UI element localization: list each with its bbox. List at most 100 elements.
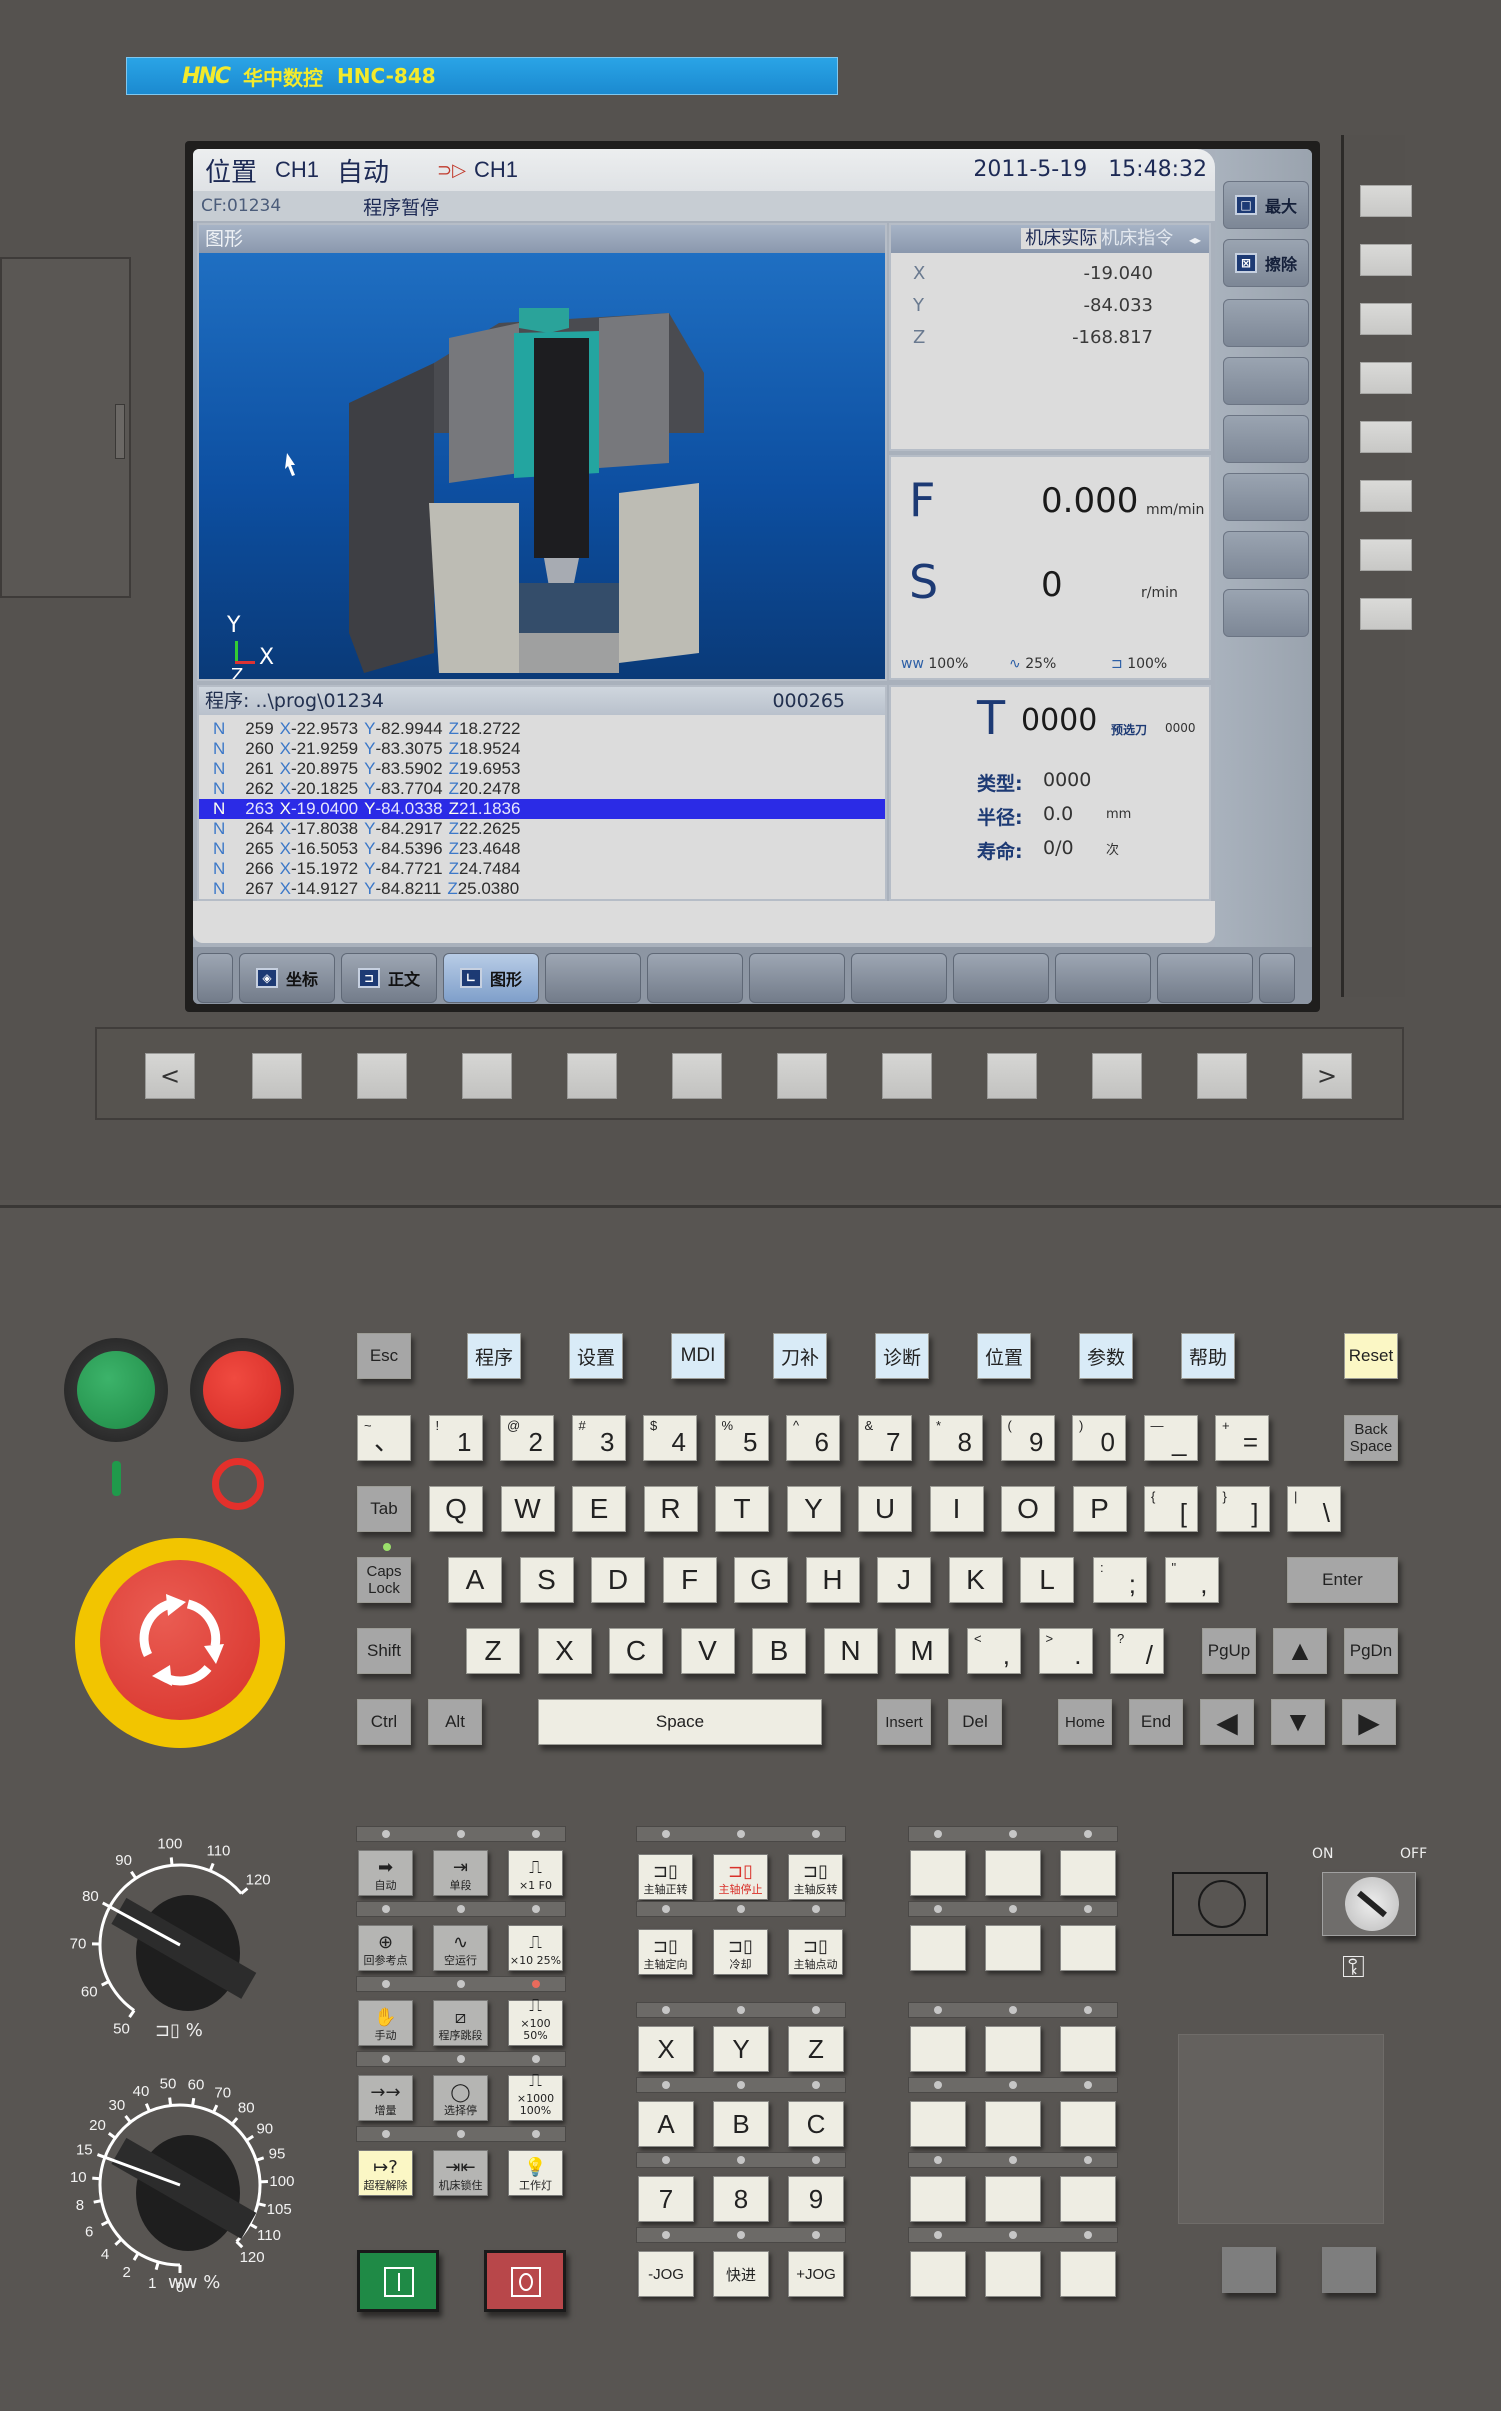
prev-page-key[interactable]: < bbox=[145, 1053, 195, 1099]
page-up-key[interactable]: PgUp bbox=[1202, 1628, 1256, 1674]
program-line[interactable]: N 267 X -14.9127 Y -84.8211 Z 25.0380 bbox=[199, 879, 885, 899]
axis-key[interactable]: +JOG bbox=[788, 2251, 844, 2297]
letter-key[interactable]: R bbox=[643, 1486, 698, 1532]
bottom-key-5[interactable] bbox=[672, 1053, 722, 1099]
symbol-key[interactable]: ", bbox=[1164, 1557, 1219, 1603]
mode-key[interactable]: ⇥⇤ 机床锁住 bbox=[433, 2150, 488, 2196]
axis-key[interactable]: -JOG bbox=[638, 2251, 694, 2297]
axis-key[interactable]: Y bbox=[713, 2026, 769, 2072]
user-key[interactable] bbox=[1060, 1925, 1116, 1971]
cycle-start-button[interactable] bbox=[357, 2250, 439, 2312]
function-key[interactable]: 刀补 bbox=[773, 1333, 827, 1379]
program-line[interactable]: N 264 X -17.8038 Y -84.2917 Z 22.2625 bbox=[199, 819, 885, 839]
mode-key[interactable]: ⧄ 程序跳段 bbox=[433, 2000, 488, 2046]
user-key[interactable] bbox=[1060, 2026, 1116, 2072]
letter-key[interactable]: V bbox=[680, 1628, 735, 1674]
bottom-key-9[interactable] bbox=[1092, 1053, 1142, 1099]
power-on-button[interactable] bbox=[64, 1338, 168, 1442]
user-key[interactable] bbox=[910, 1925, 966, 1971]
letter-key[interactable]: G bbox=[734, 1557, 788, 1603]
number-key[interactable]: $4 bbox=[643, 1415, 697, 1461]
number-key[interactable]: #3 bbox=[571, 1415, 626, 1461]
bottom-key-1[interactable] bbox=[252, 1053, 302, 1099]
side-key-7[interactable] bbox=[1360, 539, 1412, 571]
aux-key-1[interactable] bbox=[1222, 2247, 1276, 2293]
side-key-4[interactable] bbox=[1360, 362, 1412, 394]
shift-key[interactable]: Shift bbox=[357, 1628, 411, 1674]
spindle-key[interactable]: ⊐▯ 主轴点动 bbox=[788, 1929, 843, 1975]
number-key[interactable]: ! 1 bbox=[428, 1415, 483, 1461]
number-key[interactable]: + = bbox=[1215, 1415, 1269, 1461]
user-key[interactable] bbox=[1060, 2101, 1116, 2147]
bottom-key-6[interactable] bbox=[777, 1053, 827, 1099]
spindle-key[interactable]: ⊐▯ 主轴停止 bbox=[713, 1854, 768, 1900]
symbol-key[interactable]: <, bbox=[967, 1628, 1021, 1674]
tab-key[interactable]: Tab bbox=[357, 1486, 411, 1532]
user-key[interactable] bbox=[910, 2176, 966, 2222]
vertical-softkey-6[interactable] bbox=[1223, 473, 1309, 521]
softkey-10[interactable] bbox=[1055, 953, 1151, 1003]
number-key[interactable]: * 8 bbox=[929, 1415, 983, 1461]
mode-key[interactable]: ⎍ ×100 50% bbox=[508, 1996, 563, 2046]
symbol-key[interactable]: :; bbox=[1093, 1557, 1147, 1603]
vertical-softkey-7[interactable] bbox=[1223, 531, 1309, 579]
softkey-text[interactable]: ⊐ 正文 bbox=[341, 953, 437, 1003]
softkey-graphics[interactable]: ∟ 图形 bbox=[443, 953, 539, 1003]
user-key[interactable] bbox=[985, 2026, 1041, 2072]
tab-machine-command[interactable]: 机床指令 bbox=[1101, 228, 1173, 249]
mode-key[interactable]: ⎍ ×10 25% bbox=[508, 1925, 563, 1971]
axis-key[interactable]: A bbox=[638, 2101, 694, 2147]
program-line[interactable]: N 259 X -22.9573 Y -82.9944 Z 18.2722 bbox=[199, 719, 885, 739]
user-key[interactable] bbox=[910, 2251, 966, 2297]
program-line[interactable]: N 262 X -20.1825 Y -83.7704 Z 20.2478 bbox=[199, 779, 885, 799]
arrow-left-key[interactable]: ◀ bbox=[1200, 1699, 1254, 1745]
softkey-6[interactable] bbox=[647, 953, 743, 1003]
enter-key[interactable]: Enter bbox=[1287, 1557, 1398, 1603]
axis-key[interactable]: B bbox=[713, 2101, 769, 2147]
end-key[interactable]: End bbox=[1129, 1699, 1183, 1745]
bottom-key-7[interactable] bbox=[882, 1053, 932, 1099]
symbol-key[interactable]: >. bbox=[1038, 1628, 1093, 1674]
mode-key[interactable]: ➡ 自动 bbox=[358, 1850, 413, 1896]
vertical-softkey-3[interactable] bbox=[1223, 299, 1309, 347]
user-key[interactable] bbox=[1060, 1850, 1116, 1896]
bottom-key-4[interactable] bbox=[567, 1053, 617, 1099]
esc-key[interactable]: Esc bbox=[357, 1333, 411, 1379]
user-key[interactable] bbox=[910, 2026, 966, 2072]
letter-key[interactable]: S bbox=[519, 1557, 574, 1603]
letter-key[interactable]: Z bbox=[466, 1628, 520, 1674]
home-key[interactable]: Home bbox=[1058, 1699, 1112, 1745]
letter-key[interactable]: U bbox=[858, 1486, 912, 1532]
spindle-key[interactable]: ⊐▯ 主轴正转 bbox=[638, 1854, 693, 1900]
softkey-coordinate[interactable]: ◈ 坐标 bbox=[239, 953, 335, 1003]
softkey-5[interactable] bbox=[545, 953, 641, 1003]
mode-key[interactable]: ∿ 空运行 bbox=[433, 1925, 488, 1971]
page-down-key[interactable]: PgDn bbox=[1344, 1628, 1398, 1674]
letter-key[interactable]: J bbox=[877, 1557, 931, 1603]
user-key[interactable] bbox=[1060, 2251, 1116, 2297]
letter-key[interactable]: L bbox=[1020, 1557, 1074, 1603]
axis-key[interactable]: 7 bbox=[638, 2176, 694, 2222]
function-key[interactable]: 程序 bbox=[467, 1333, 521, 1379]
bottom-key-8[interactable] bbox=[987, 1053, 1037, 1099]
letter-key[interactable]: O bbox=[1001, 1486, 1055, 1532]
side-key-6[interactable] bbox=[1360, 480, 1412, 512]
program-protect-key-switch[interactable] bbox=[1322, 1872, 1416, 1936]
machine-3d-view[interactable]: Y X Z bbox=[199, 253, 885, 679]
letter-key[interactable]: X bbox=[537, 1628, 592, 1674]
number-key[interactable]: ) 0 bbox=[1072, 1415, 1126, 1461]
letter-key[interactable]: I bbox=[929, 1486, 984, 1532]
letter-key[interactable]: M bbox=[895, 1628, 949, 1674]
emergency-stop-button[interactable] bbox=[75, 1538, 285, 1748]
user-key[interactable] bbox=[985, 1925, 1041, 1971]
insert-key[interactable]: Insert bbox=[877, 1699, 931, 1745]
side-key-1[interactable] bbox=[1360, 185, 1412, 217]
power-off-button[interactable] bbox=[190, 1338, 294, 1442]
number-key[interactable]: & 7 bbox=[857, 1415, 912, 1461]
number-key[interactable]: @2 bbox=[500, 1415, 554, 1461]
mode-key[interactable]: ✋ 手动 bbox=[358, 2000, 413, 2046]
vertical-softkey-8[interactable] bbox=[1223, 589, 1309, 637]
softkey-9[interactable] bbox=[953, 953, 1049, 1003]
bottom-key-2[interactable] bbox=[357, 1053, 407, 1099]
feed-override-dial[interactable]: 0 1 2 4 6 8 10 15 20 30 40 50 60 70 80 90 95 100 105 110 120 bbox=[60, 2070, 300, 2300]
